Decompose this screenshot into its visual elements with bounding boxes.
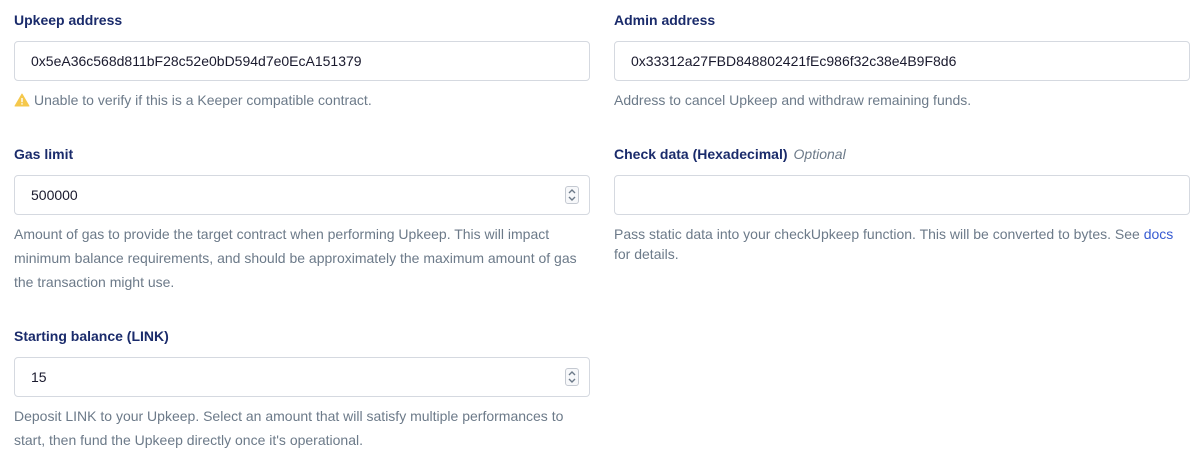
check-data-label-text: Check data (Hexadecimal) [614,146,788,162]
gas-limit-value: 500000 [31,187,78,203]
check-data-label: Check data (Hexadecimal) Optional [614,144,846,164]
upkeep-address-warning-text: Unable to verify if this is a Keeper com… [34,92,372,108]
gas-limit-stepper[interactable] [565,186,579,204]
gas-limit-help-line-2: minimum balance requirements, and should… [14,250,577,266]
starting-balance-label: Starting balance (LINK) [14,328,169,344]
gas-limit-help: Amount of gas to provide the target cont… [14,222,594,294]
check-data-optional-tag: Optional [793,146,846,162]
starting-balance-stepper[interactable] [565,368,579,386]
starting-balance-help-line-1: Deposit LINK to your Upkeep. Select an a… [14,408,564,424]
gas-limit-label: Gas limit [14,146,74,162]
starting-balance-value: 15 [31,369,47,385]
check-data-input[interactable] [614,175,1190,215]
admin-address-help: Address to cancel Upkeep and withdraw re… [614,92,972,108]
gas-limit-input[interactable]: 500000 [14,175,590,215]
starting-balance-help-line-2: start, then fund the Upkeep directly onc… [14,432,363,448]
upkeep-address-warning: Unable to verify if this is a Keeper com… [14,88,372,114]
check-data-help-line-1: Pass static data into your checkUpkeep f… [614,226,1140,242]
gas-limit-help-line-3: the transaction might use. [14,274,175,290]
admin-address-input[interactable]: 0x33312a27FBD848802421fEc986f32c38e4B9F8… [614,41,1190,81]
check-data-help: Pass static data into your checkUpkeep f… [614,222,1200,266]
docs-link[interactable]: docs [1144,226,1174,242]
upkeep-address-label: Upkeep address [14,12,123,28]
starting-balance-input[interactable]: 15 [14,357,590,397]
gas-limit-help-line-1: Amount of gas to provide the target cont… [14,226,550,242]
warning-icon [14,90,30,114]
upkeep-address-input[interactable]: 0x5eA36c568d811bF28c52e0bD594d7e0EcA1513… [14,41,590,81]
admin-address-label: Admin address [614,12,716,28]
starting-balance-help: Deposit LINK to your Upkeep. Select an a… [14,404,594,452]
